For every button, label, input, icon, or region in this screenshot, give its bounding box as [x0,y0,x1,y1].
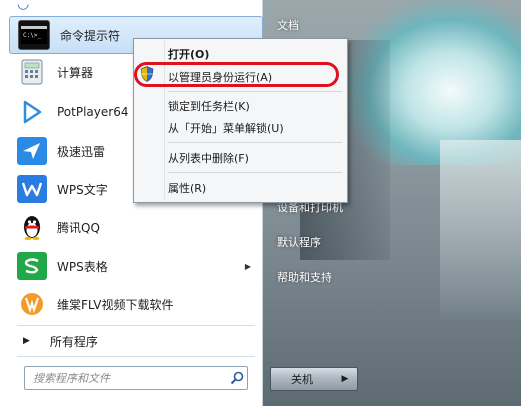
wps-spreadsheet-icon [17,252,47,280]
shutdown-options-button[interactable]: ▶ [333,367,358,391]
right-item-documents[interactable]: 文档 [277,17,299,33]
divider [17,356,255,357]
menu-separator [168,172,342,173]
calculator-icon [17,58,47,86]
svg-text:C:\>_: C:\>_ [23,32,41,39]
program-item-label: 计算器 [57,65,94,80]
program-item-label: PotPlayer64 [57,105,129,119]
cmd-icon: C:\>_ [18,20,50,50]
program-item-label: 命令提示符 [60,28,121,43]
screenshot-frame: 文档 设备和打印机 默认程序 帮助和支持 关机 ▶ ◡ C:\>_ 命令提示符 [0,0,521,406]
context-menu-pin-taskbar[interactable]: 锁定到任务栏(K) [168,96,250,116]
program-item-weitang[interactable]: 维棠FLV视频下载软件 [9,286,261,322]
search-icon[interactable] [227,368,247,388]
xunlei-icon [17,137,47,165]
program-item-label: WPS表格 [57,259,108,274]
right-item-help[interactable]: 帮助和支持 [277,269,332,285]
menu-separator [168,91,342,92]
menu-separator [168,142,342,143]
program-item-wps-spreadsheet[interactable]: WPS表格 ▶ [9,248,261,284]
context-menu-remove-list[interactable]: 从列表中删除(F) [168,148,249,168]
right-item-default-programs[interactable]: 默认程序 [277,234,321,250]
program-item-label: 极速迅雷 [57,144,106,159]
desktop-decoration [440,140,521,320]
triangle-right-icon: ▶ [23,336,30,346]
program-item-qq[interactable]: 腾讯QQ [9,209,261,245]
scroll-hint-icon: ◡ [17,0,30,12]
context-menu-unpin-start[interactable]: 从「开始」菜单解锁(U) [168,118,284,138]
qq-penguin-icon [17,213,47,241]
program-item-label: 腾讯QQ [57,220,100,235]
context-menu-properties[interactable]: 属性(R) [168,178,206,198]
divider [17,325,255,326]
search-input[interactable]: 搜索程序和文件 [33,370,227,386]
program-item-label: WPS文字 [57,182,108,197]
potplayer-icon [17,98,47,126]
submenu-arrow-icon: ▶ [244,261,251,271]
all-programs-button[interactable]: ▶ 所有程序 [13,330,257,352]
shutdown-button[interactable]: 关机 [270,367,334,391]
chevron-right-icon: ▶ [341,374,349,384]
context-menu-open[interactable]: 打开(O) [168,44,209,64]
annotation-highlight-circle [134,62,339,87]
all-programs-label: 所有程序 [49,334,98,349]
program-item-label: 维棠FLV视频下载软件 [57,297,174,312]
wps-writer-icon [17,175,47,203]
search-box[interactable]: 搜索程序和文件 [24,366,248,390]
weitang-icon [17,290,47,318]
